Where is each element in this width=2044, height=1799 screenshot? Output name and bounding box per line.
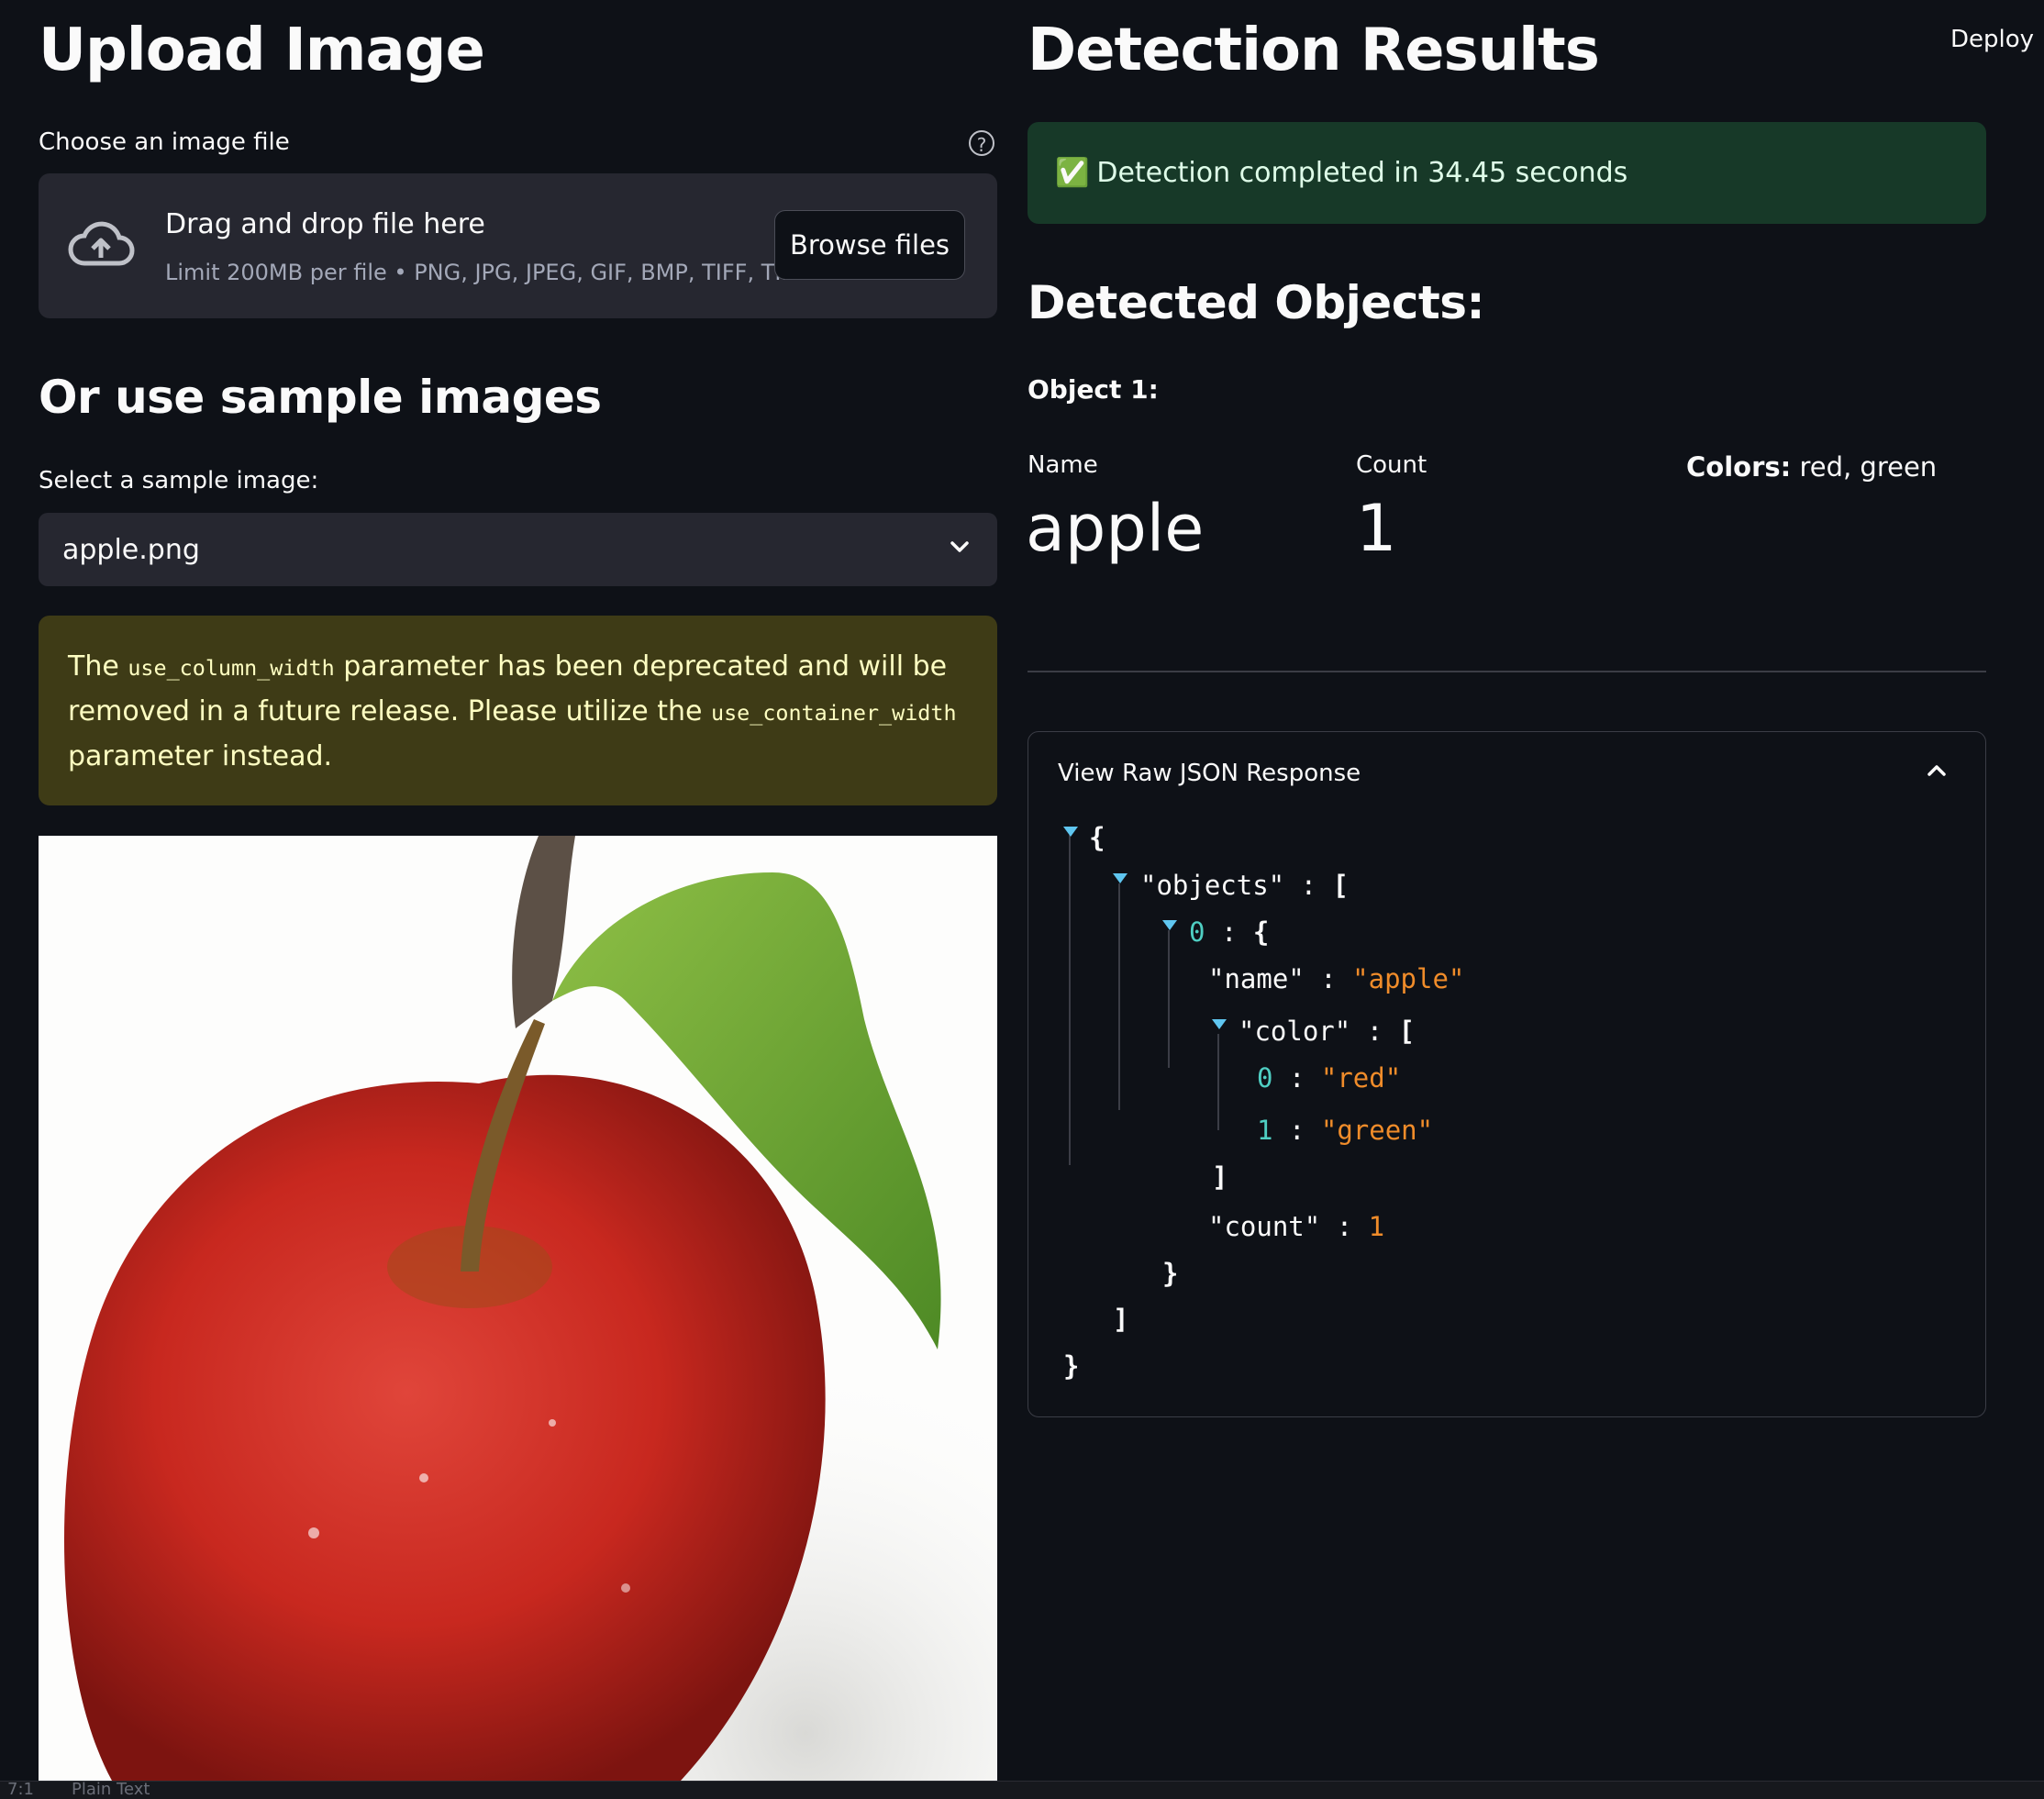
colors-value: red, green bbox=[1791, 451, 1938, 483]
json-index: 0 bbox=[1189, 916, 1205, 948]
json-bracket: [ bbox=[1398, 1016, 1416, 1047]
name-metric-value: apple bbox=[1026, 491, 1205, 566]
limit-text: Limit 200MB per file • PNG, JPG, JPEG, G… bbox=[165, 260, 794, 285]
json-close-bracket: ] bbox=[1212, 1161, 1228, 1193]
language-mode[interactable]: Plain Text bbox=[72, 1782, 150, 1799]
check-icon: ✅ bbox=[1055, 157, 1090, 189]
json-colon: : bbox=[1288, 1062, 1305, 1094]
json-close-bracket: ] bbox=[1113, 1304, 1129, 1335]
warning-text-3: parameter instead. bbox=[68, 740, 333, 772]
collapse-toggle-icon[interactable] bbox=[1113, 873, 1128, 883]
expander-header[interactable]: View Raw JSON Response bbox=[1028, 732, 1985, 815]
json-number: 1 bbox=[1368, 1211, 1385, 1242]
file-dropzone[interactable]: Drag and drop file here Limit 200MB per … bbox=[39, 173, 997, 318]
deprecation-warning: The use_column_width parameter has been … bbox=[39, 616, 997, 805]
select-value: apple.png bbox=[62, 533, 200, 566]
json-objects-line: "objects" : [ bbox=[1140, 870, 1349, 901]
json-expander: View Raw JSON Response { "objects" : [ 0… bbox=[1028, 731, 1986, 1417]
chevron-down-icon bbox=[950, 537, 970, 561]
cursor-position: 7:1 bbox=[7, 1781, 34, 1799]
browse-files-label: Browse files bbox=[789, 229, 950, 261]
uploader-label: Choose an image file bbox=[39, 128, 290, 156]
json-key: "name" bbox=[1208, 963, 1305, 994]
warning-code-2: use_container_width bbox=[710, 700, 957, 726]
json-colon: : bbox=[1366, 1016, 1383, 1047]
collapse-toggle-icon[interactable] bbox=[1162, 920, 1177, 930]
colors-label: Colors: bbox=[1686, 451, 1792, 483]
results-title: Detection Results bbox=[1028, 17, 1600, 84]
json-open-brace: { bbox=[1089, 822, 1105, 853]
sample-image-select[interactable]: apple.png bbox=[39, 513, 997, 586]
tree-guide-3 bbox=[1168, 930, 1170, 1068]
json-string: "red" bbox=[1320, 1062, 1402, 1094]
success-message: ✅ Detection completed in 34.45 seconds bbox=[1028, 122, 1986, 224]
count-metric-value: 1 bbox=[1356, 491, 1397, 566]
sample-image bbox=[39, 836, 997, 1781]
chevron-up-icon bbox=[1926, 760, 1948, 785]
json-item-0-line: 0 : { bbox=[1189, 916, 1269, 948]
json-color-line: "color" : [ bbox=[1239, 1016, 1415, 1047]
json-string: "apple" bbox=[1352, 963, 1465, 994]
cloud-upload-icon bbox=[66, 217, 136, 276]
json-string: "green" bbox=[1320, 1115, 1434, 1146]
divider bbox=[1028, 671, 1986, 672]
json-key: "count" bbox=[1208, 1211, 1321, 1242]
collapse-toggle-icon[interactable] bbox=[1212, 1019, 1227, 1029]
success-text: Detection completed in 34.45 seconds bbox=[1096, 157, 1628, 189]
help-icon[interactable]: ? bbox=[969, 130, 994, 156]
collapse-toggle-icon[interactable] bbox=[1063, 827, 1078, 837]
select-label: Select a sample image: bbox=[39, 467, 319, 494]
json-name-line: "name" : "apple" bbox=[1208, 963, 1464, 994]
object-label: Object 1: bbox=[1028, 374, 1159, 405]
drop-text: Drag and drop file here bbox=[165, 208, 485, 240]
json-color-0-line: 0 : "red" bbox=[1257, 1062, 1401, 1094]
json-colon: : bbox=[1320, 963, 1337, 994]
json-colon: : bbox=[1300, 870, 1317, 901]
json-color-1-line: 1 : "green" bbox=[1257, 1115, 1433, 1146]
json-bracket: [ bbox=[1332, 870, 1350, 901]
browse-files-button[interactable]: Browse files bbox=[774, 210, 965, 280]
count-metric-label: Count bbox=[1356, 451, 1427, 479]
tree-guide-1 bbox=[1069, 835, 1071, 1165]
tree-guide-4 bbox=[1217, 1034, 1219, 1130]
json-close-brace: } bbox=[1162, 1258, 1179, 1289]
detected-objects-heading: Detected Objects: bbox=[1028, 276, 1485, 329]
name-metric-label: Name bbox=[1028, 451, 1098, 479]
sample-heading: Or use sample images bbox=[39, 371, 602, 424]
status-bar: 7:1 Plain Text bbox=[0, 1781, 2044, 1799]
upload-title: Upload Image bbox=[39, 17, 485, 84]
deploy-button[interactable]: Deploy bbox=[1950, 26, 2034, 53]
json-colon: : bbox=[1336, 1211, 1353, 1242]
tree-guide-2 bbox=[1118, 883, 1120, 1110]
json-colon: : bbox=[1220, 916, 1238, 948]
colors-text: Colors: red, green bbox=[1686, 451, 1937, 483]
json-key: "color" bbox=[1239, 1016, 1351, 1047]
json-close-brace: } bbox=[1063, 1350, 1080, 1382]
json-index: 0 bbox=[1257, 1062, 1273, 1094]
json-count-line: "count" : 1 bbox=[1208, 1211, 1384, 1242]
expander-label: View Raw JSON Response bbox=[1058, 760, 1361, 787]
warning-code-1: use_column_width bbox=[128, 655, 335, 681]
warning-text-1: The bbox=[68, 650, 128, 683]
json-colon: : bbox=[1288, 1115, 1305, 1146]
json-brace: { bbox=[1252, 916, 1270, 948]
json-index: 1 bbox=[1257, 1115, 1273, 1146]
json-key: "objects" bbox=[1140, 870, 1285, 901]
